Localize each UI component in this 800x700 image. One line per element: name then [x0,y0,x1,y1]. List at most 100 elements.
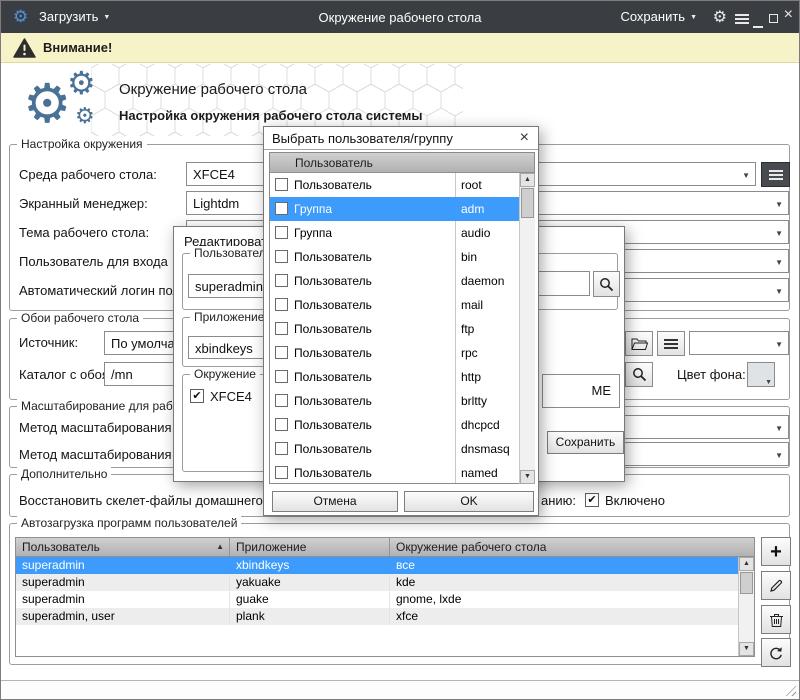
settings-gear-icon[interactable]: ⚙ [713,7,727,27]
row-checkbox[interactable] [275,346,288,359]
column-header-label: Приложение [236,540,306,554]
row-checkbox[interactable] [275,226,288,239]
cancel-button[interactable]: Отмена [272,491,398,512]
user-row[interactable]: Группа audio [270,221,519,245]
wallpaper-group-legend: Обои рабочего стола [17,311,143,325]
user-row[interactable]: Пользователь bin [270,245,519,269]
scroll-up-icon[interactable]: ▲ [520,173,535,187]
row-checkbox[interactable] [275,466,288,479]
user-row[interactable]: Пользователь rpc [270,341,519,365]
edit-env-text-field[interactable]: ME [542,374,620,408]
row-checkbox[interactable] [275,322,288,335]
env-xfce4-checkbox[interactable]: ✔ [190,389,204,403]
minimize-button[interactable] [753,16,763,31]
cell-app: xbindkeys [230,557,390,574]
user-list-header[interactable]: Пользователь [270,153,534,173]
column-header-app[interactable]: Приложение [230,538,390,556]
chevron-down-icon: ▼ [775,340,783,349]
page-subtitle: Настройка окружения рабочего стола систе… [119,108,423,123]
user-row[interactable]: Пользователь http [270,365,519,389]
edit-env-group-legend: Окружение [190,367,260,381]
chevron-down-icon: ▼ [690,14,697,21]
ok-button[interactable]: OK [404,491,534,512]
autostart-table: Пользователь ▲ Приложение Окружение рабо… [15,537,755,657]
chevron-down-icon: ▼ [775,424,783,433]
cell-type: Пользователь [294,298,372,312]
row-checkbox[interactable] [275,442,288,455]
row-checkbox[interactable] [275,274,288,287]
user-row[interactable]: Пользователь mail [270,293,519,317]
user-row[interactable]: Пользователь dhcpcd [270,413,519,437]
load-menu-button[interactable]: Загрузить▼ [39,9,110,24]
env-advanced-button[interactable] [761,162,790,187]
page-title: Окружение рабочего стола [119,81,307,98]
cell-name: ftp [461,322,474,336]
menu-icon[interactable] [735,12,749,27]
column-header-env[interactable]: Окружение рабочего стола [390,538,754,556]
edit-autostart-button[interactable] [761,571,791,600]
plus-icon: + [770,543,782,561]
cell-name: brltty [461,394,487,408]
list-icon [769,170,783,180]
close-button[interactable]: × [784,8,793,22]
autostart-row[interactable]: superadmin guake gnome, lxde [16,591,754,608]
scroll-down-icon[interactable]: ▼ [739,642,754,656]
row-checkbox[interactable] [275,298,288,311]
close-icon[interactable]: × [520,129,529,147]
wallpaper-search-button[interactable] [625,362,653,387]
add-autostart-button[interactable]: + [761,537,791,566]
cell-user: superadmin [16,557,230,574]
cell-name: audio [461,226,490,240]
row-checkbox[interactable] [275,250,288,263]
cell-type: Пользователь [294,250,372,264]
resize-grip[interactable] [783,683,796,696]
scroll-down-icon[interactable]: ▼ [520,470,535,484]
table-scrollbar[interactable]: ▲ ▼ [738,557,754,656]
logo-gear-small-icon: ⚙ [67,67,96,99]
user-list-scrollbar[interactable]: ▲ ▼ [519,173,535,484]
scroll-up-icon[interactable]: ▲ [739,557,754,571]
row-checkbox[interactable] [275,202,288,215]
scrollbar-thumb[interactable] [740,572,753,594]
row-checkbox[interactable] [275,418,288,431]
save-menu-button[interactable]: Сохранить▼ [620,9,697,24]
user-row[interactable]: Пользователь ftp [270,317,519,341]
cell-name: dhcpcd [461,418,500,432]
row-checkbox[interactable] [275,370,288,383]
user-row[interactable]: Группа adm [270,197,519,221]
edit-save-button[interactable]: Сохранить [547,431,624,454]
row-checkbox[interactable] [275,178,288,191]
user-row[interactable]: Пользователь named [270,461,519,485]
row-checkbox[interactable] [275,394,288,407]
refresh-autostart-button[interactable] [761,638,791,667]
select-user-dialog: Выбрать пользователя/группу × Пользовате… [263,126,539,516]
logo-gear-large-icon: ⚙ [23,77,71,131]
select-dialog-title: Выбрать пользователя/группу [272,131,453,146]
user-row[interactable]: Пользователь brltty [270,389,519,413]
search-icon [632,367,647,382]
autostart-row[interactable]: superadmin yakuake kde [16,574,754,591]
cell-name: adm [461,202,484,216]
autostart-row[interactable]: superadmin xbindkeys все [16,557,754,574]
autostart-row[interactable]: superadmin, user plank xfce [16,608,754,625]
edit-user-search-button[interactable] [593,271,620,297]
autostart-table-header: Пользователь ▲ Приложение Окружение рабо… [16,538,754,557]
scrollbar-thumb[interactable] [521,188,534,218]
user-row[interactable]: Пользователь daemon [270,269,519,293]
wallpaper-list-button[interactable] [657,331,685,356]
check-icon: ✔ [192,390,201,402]
background-color-button[interactable]: ▼ [747,362,775,387]
chevron-down-icon: ▼ [775,229,783,238]
column-header-user[interactable]: Пользователь ▲ [16,538,230,556]
select-value: XFCE4 [193,167,235,182]
wallpaper-mode-select[interactable]: ▼ [689,331,789,355]
folder-open-button[interactable] [625,331,653,356]
user-row[interactable]: Пользователь dnsmasq [270,437,519,461]
user-row[interactable]: Пользователь root [270,173,519,197]
cell-user: superadmin [16,574,230,591]
delete-autostart-button[interactable] [761,605,791,634]
cell-user: superadmin [16,591,230,608]
maximize-button[interactable] [769,11,778,26]
restore-skel-checkbox[interactable]: ✔ [585,493,599,507]
cell-type: Пользователь [294,322,372,336]
